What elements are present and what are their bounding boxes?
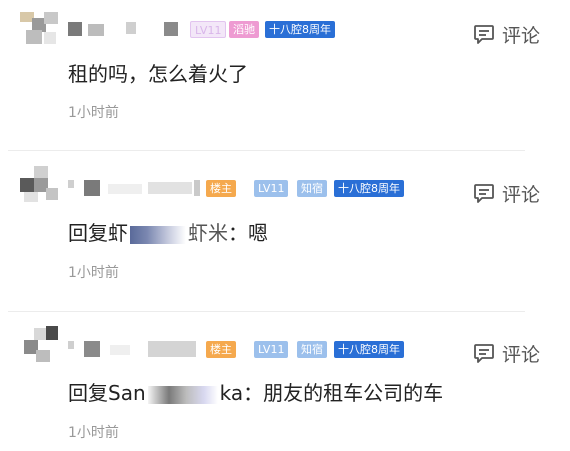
level-badge: LV11 [254, 341, 289, 358]
comment-bubble-icon [474, 344, 494, 363]
comment-bubble-icon [474, 25, 494, 44]
comment-item: 楼主 LV11 知宿 十八腔8周年 评论 回复虾 虾米：嗯 1小时前 [0, 151, 570, 311]
op-badge: 楼主 [206, 341, 236, 358]
comment-button[interactable]: 评论 [472, 180, 540, 206]
op-badge: 楼主 [206, 180, 236, 197]
reply-mention-end: 虾米 [188, 221, 228, 245]
reply-prefix: 回复虾 [68, 221, 128, 245]
timestamp: 1小时前 [68, 425, 119, 441]
username-redacted[interactable] [68, 341, 198, 357]
username-redacted[interactable] [68, 20, 180, 36]
comment-item: LV11 滔驰 十八腔8周年 评论 租的吗，怎么着火了 1小时前 [0, 0, 570, 150]
level-badge: LV11 [190, 21, 227, 38]
timestamp: 1小时前 [68, 105, 119, 121]
reply-text: ：嗯 [228, 221, 268, 245]
timestamp: 1小时前 [68, 265, 119, 281]
avatar[interactable] [20, 166, 58, 202]
comment-button[interactable]: 评论 [472, 340, 540, 366]
title-badge: 知宿 [297, 341, 327, 358]
redacted-mention [147, 385, 218, 404]
title-badge: 知宿 [297, 180, 327, 197]
comment-item: 楼主 LV11 知宿 十八腔8周年 评论 回复San ka：朋友的租车公司的车 1… [0, 312, 570, 451]
comment-button-label: 评论 [501, 24, 540, 47]
avatar[interactable] [20, 12, 58, 48]
anniversary-badge: 十八腔8周年 [334, 180, 404, 197]
redacted-mention [130, 225, 186, 244]
level-badge: LV11 [254, 180, 289, 197]
comment-button[interactable]: 评论 [472, 21, 540, 47]
anniversary-badge: 十八腔8周年 [334, 341, 404, 358]
reply-text: ka：朋友的租车公司的车 [219, 381, 444, 405]
anniversary-badge: 十八腔8周年 [265, 21, 335, 38]
reply-prefix: 回复San [68, 381, 146, 405]
comment-text: 回复虾 虾米：嗯 [68, 217, 268, 246]
comment-button-label: 评论 [501, 183, 540, 206]
username-redacted[interactable] [68, 180, 200, 196]
comment-bubble-icon [474, 184, 494, 203]
comment-button-label: 评论 [501, 343, 540, 366]
title-badge: 滔驰 [229, 21, 259, 38]
comment-text: 回复San ka：朋友的租车公司的车 [68, 377, 443, 406]
comment-text: 租的吗，怎么着火了 [68, 62, 248, 86]
avatar[interactable] [20, 326, 58, 362]
